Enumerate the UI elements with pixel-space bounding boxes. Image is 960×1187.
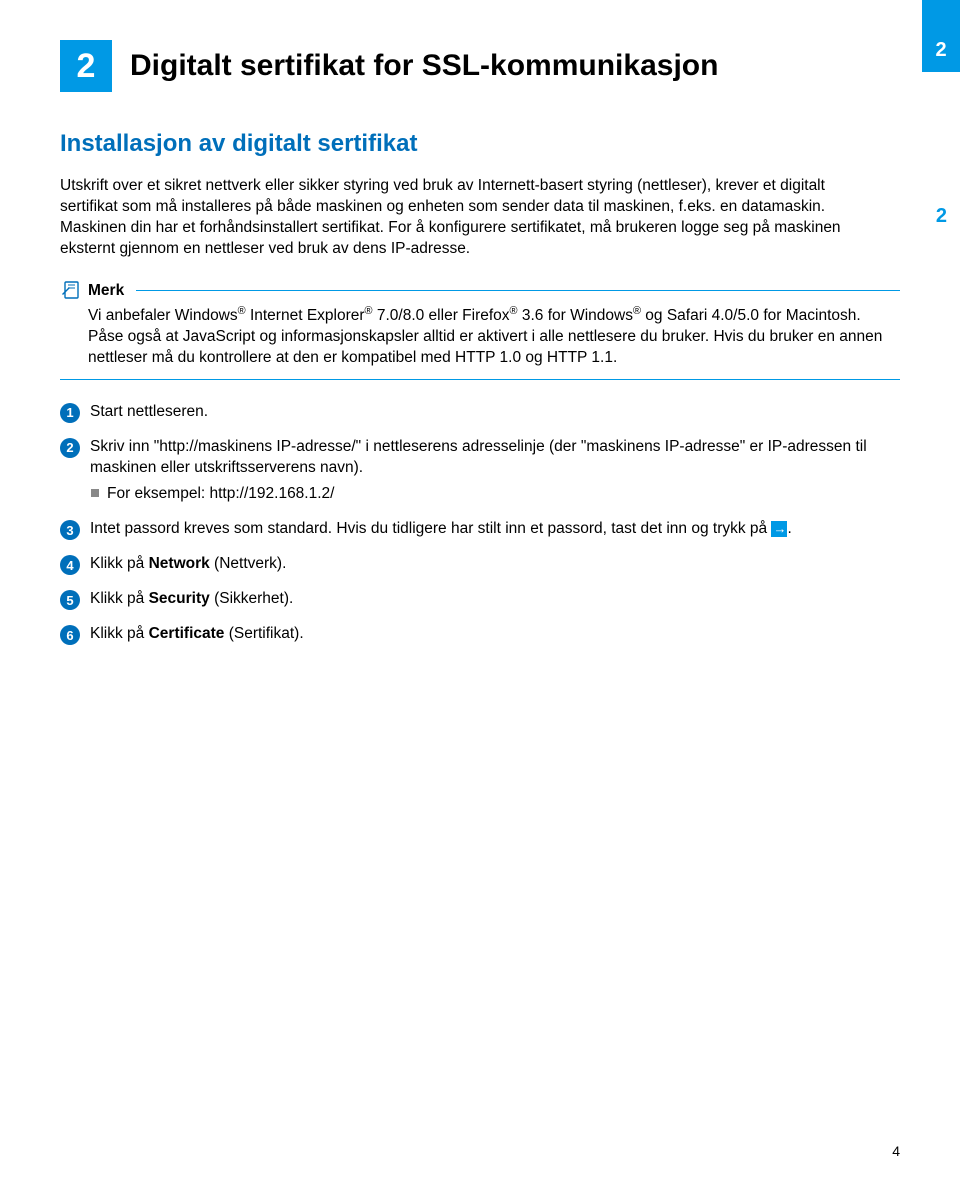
registered-symbol: ® [633,305,641,317]
arrow-submit-icon [771,521,787,537]
step-text: Start nettleseren. [90,402,900,423]
step-text: Klikk på [90,625,149,642]
page-number: 4 [892,1143,900,1159]
side-margin-number: 2 [936,205,947,228]
sub-bullet-text: For eksempel: http://192.168.1.2/ [107,484,334,505]
note-closing-rule [60,379,900,380]
step-number-badge: 5 [60,590,80,610]
step-bold: Security [149,590,210,607]
step-number-badge: 4 [60,555,80,575]
note-block: Merk Vi anbefaler Windows® Internet Expl… [60,280,900,380]
side-tab-number: 2 [935,39,946,62]
step-text: . [787,520,791,537]
bullet-marker-icon [91,489,99,497]
registered-symbol: ® [365,305,373,317]
note-body: Vi anbefaler Windows® Internet Explorer®… [60,302,900,369]
step-text: Skriv inn "http://maskinens IP-adresse/"… [90,438,867,476]
step-text: Intet passord kreves som standard. Hvis … [90,520,771,537]
step-content: Klikk på Network (Nettverk). [90,554,900,575]
step-text: (Sikkerhet). [210,590,294,607]
step-content: Klikk på Security (Sikkerhet). [90,589,900,610]
registered-symbol: ® [238,305,246,317]
step-bold: Network [149,555,210,572]
chapter-number-box: 2 [60,40,112,92]
step-text: (Nettverk). [210,555,287,572]
section-heading: Installasjon av digitalt sertifikat [60,130,900,158]
step-number-badge: 6 [60,625,80,645]
step-list: 1 Start nettleseren. 2 Skriv inn "http:/… [60,402,900,646]
step-text: (Sertifikat). [224,625,303,642]
intro-paragraph: Utskrift over et sikret nettverk eller s… [60,176,900,260]
step-text: Klikk på [90,590,149,607]
step-item: 5 Klikk på Security (Sikkerhet). [60,589,900,610]
chapter-title: Digitalt sertifikat for SSL-kommunikasjo… [130,49,718,83]
step-text: Klikk på [90,555,149,572]
step-number-badge: 1 [60,403,80,423]
chapter-header: 2 Digitalt sertifikat for SSL-kommunikas… [60,40,900,92]
side-tab: 2 [922,0,960,72]
chapter-number: 2 [77,47,96,86]
step-item: 3 Intet passord kreves som standard. Hvi… [60,519,900,540]
note-rule [136,290,900,291]
step-item: 4 Klikk på Network (Nettverk). [60,554,900,575]
step-item: 6 Klikk på Certificate (Sertifikat). [60,624,900,645]
note-text: Vi anbefaler Windows [88,307,238,324]
step-item: 2 Skriv inn "http://maskinens IP-adresse… [60,437,900,506]
step-number-badge: 3 [60,520,80,540]
registered-symbol: ® [510,305,518,317]
note-label: Merk [88,282,124,300]
note-icon [60,280,82,302]
step-number-badge: 2 [60,438,80,458]
step-content: Skriv inn "http://maskinens IP-adresse/"… [90,437,900,506]
note-text: Internet Explorer [246,307,365,324]
step-bold: Certificate [149,625,225,642]
step-content: Klikk på Certificate (Sertifikat). [90,624,900,645]
note-text: 3.6 for Windows [518,307,633,324]
note-text: 7.0/8.0 eller Firefox [373,307,510,324]
step-item: 1 Start nettleseren. [60,402,900,423]
sub-bullet: For eksempel: http://192.168.1.2/ [91,484,870,505]
step-content: Intet passord kreves som standard. Hvis … [90,519,900,540]
note-header: Merk [60,280,900,302]
